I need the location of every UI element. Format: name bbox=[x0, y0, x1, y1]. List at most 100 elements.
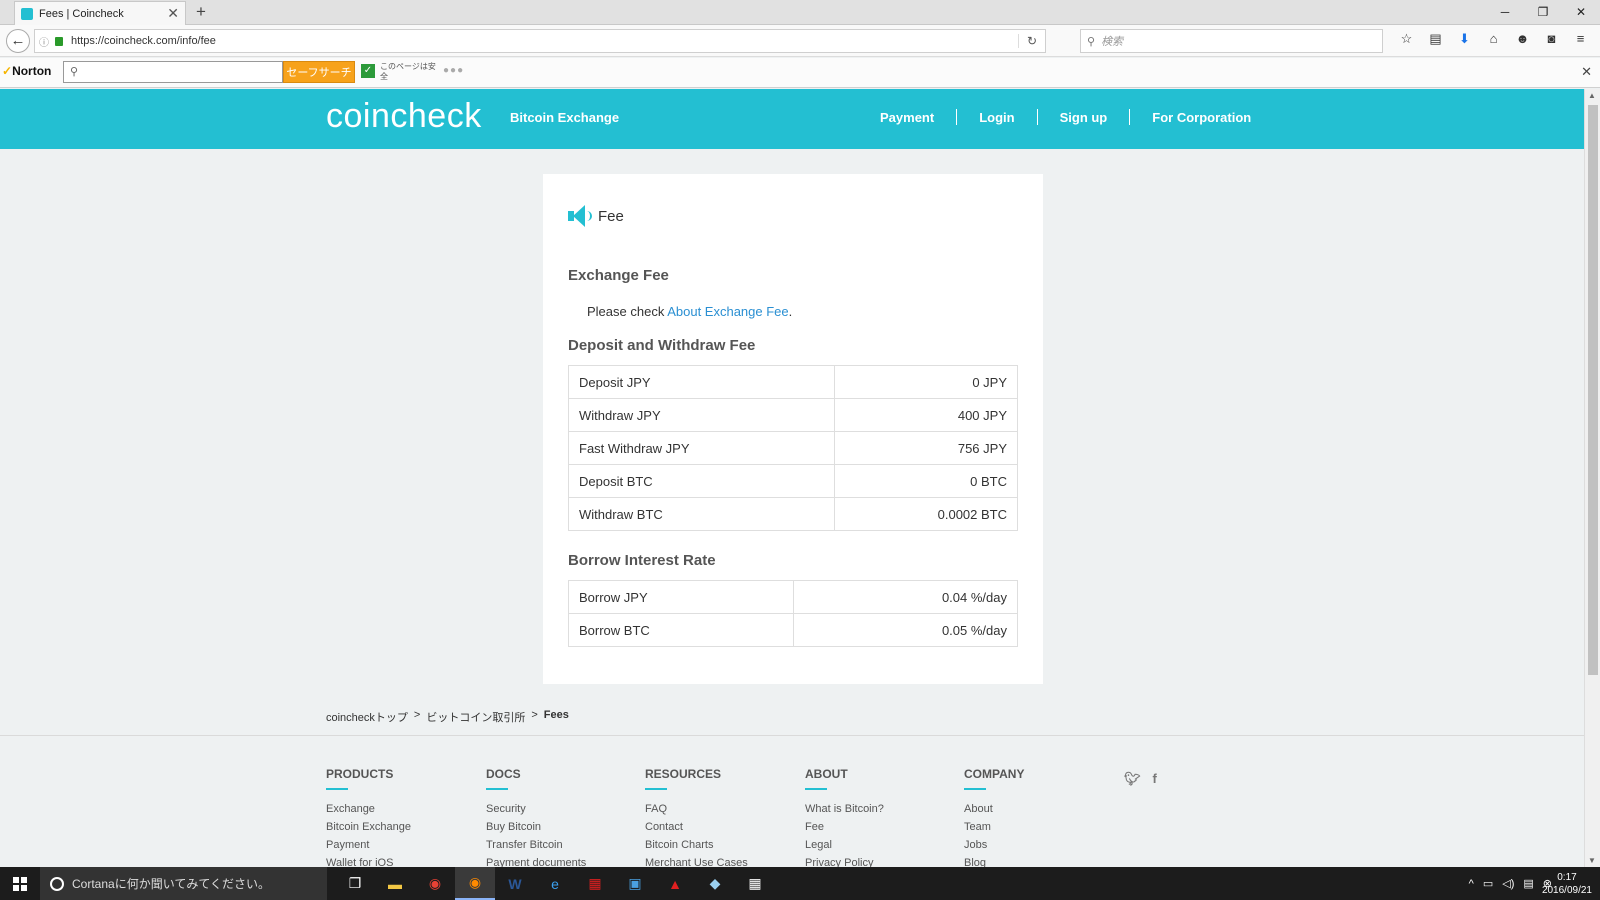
download-icon[interactable]: ⬇ bbox=[1450, 31, 1479, 47]
footer-heading: PRODUCTS bbox=[326, 767, 394, 781]
browser-search-input[interactable]: ⚲ 検索 bbox=[1080, 29, 1383, 53]
system-clock[interactable]: 0:17 2016/09/21 bbox=[1542, 871, 1592, 897]
start-button[interactable] bbox=[0, 867, 40, 900]
footer-link[interactable]: About bbox=[964, 800, 1114, 818]
bookmark-star-icon[interactable]: ☆ bbox=[1392, 31, 1421, 47]
footer-link[interactable]: Blog bbox=[964, 854, 1114, 867]
info-icon[interactable]: ⓘ bbox=[39, 34, 49, 49]
facebook-icon[interactable]: f bbox=[1153, 771, 1157, 787]
footer-underline bbox=[964, 788, 986, 790]
calculator-icon[interactable]: ▦ bbox=[735, 867, 775, 900]
edge-icon[interactable]: e bbox=[535, 867, 575, 900]
notes-icon[interactable]: ◆ bbox=[695, 867, 735, 900]
norton-search-input[interactable]: ⚲ bbox=[63, 61, 283, 83]
footer-link[interactable]: Team bbox=[964, 818, 1114, 836]
footer-link[interactable]: Exchange bbox=[326, 800, 476, 818]
safe-search-button[interactable]: セーフサーチ bbox=[283, 61, 355, 83]
word-icon[interactable]: W bbox=[495, 867, 535, 900]
outlook-icon[interactable]: ▣ bbox=[615, 867, 655, 900]
taskbar-apps: ❐ ▬ ◉ ◉ W e ▦ ▣ ▲ ◆ ▦ bbox=[335, 867, 775, 900]
footer-underline bbox=[805, 788, 827, 790]
coincheck-logo[interactable]: coincheck bbox=[326, 97, 482, 136]
breadcrumb-exchange[interactable]: ビットコイン取引所 bbox=[426, 709, 525, 725]
footer-heading: RESOURCES bbox=[645, 767, 722, 781]
footer-link[interactable]: Legal bbox=[805, 836, 955, 854]
reading-list-icon[interactable]: ▤ bbox=[1421, 31, 1450, 47]
new-tab-icon[interactable]: + bbox=[196, 2, 206, 22]
chat-icon[interactable]: ☻ bbox=[1508, 31, 1537, 47]
cortana-placeholder: Cortanaに何か聞いてみてください。 bbox=[72, 877, 270, 891]
chrome-icon[interactable]: ◉ bbox=[415, 867, 455, 900]
footer-link[interactable]: Merchant Use Cases bbox=[645, 854, 795, 867]
footer-link[interactable]: Bitcoin Exchange bbox=[326, 818, 476, 836]
file-explorer-icon[interactable]: ▬ bbox=[375, 867, 415, 900]
browser-tab[interactable]: Fees | Coincheck ✕ bbox=[14, 1, 186, 25]
task-view-icon[interactable]: ❐ bbox=[335, 867, 375, 900]
footer-link[interactable]: Jobs bbox=[964, 836, 1114, 854]
nav-for-corporation[interactable]: For Corporation bbox=[1130, 110, 1273, 125]
scroll-up-icon[interactable]: ▲ bbox=[1588, 91, 1596, 100]
scrollbar-thumb[interactable] bbox=[1588, 105, 1598, 675]
more-dots-icon[interactable]: ●●● bbox=[443, 65, 464, 76]
browser-nav-bar: ← ⓘ https://coincheck.com/info/fee ↻ ⚲ 検… bbox=[0, 25, 1600, 57]
header-tagline[interactable]: Bitcoin Exchange bbox=[510, 110, 619, 125]
close-toolbar-icon[interactable]: ✕ bbox=[1581, 64, 1592, 80]
nav-signup[interactable]: Sign up bbox=[1038, 110, 1130, 125]
norton-check-icon: ✓ bbox=[2, 64, 13, 78]
footer-link[interactable]: Transfer Bitcoin bbox=[486, 836, 636, 854]
footer-link[interactable]: Contact bbox=[645, 818, 795, 836]
top-nav: Payment Login Sign up For Corporation bbox=[858, 109, 1273, 125]
cortana-search[interactable]: Cortanaに何か聞いてみてください。 bbox=[40, 867, 327, 900]
about-exchange-fee-link[interactable]: About Exchange Fee bbox=[667, 304, 788, 319]
footer-link[interactable]: Bitcoin Charts bbox=[645, 836, 795, 854]
address-bar[interactable]: ⓘ https://coincheck.com/info/fee ↻ bbox=[34, 29, 1046, 53]
notification-icon[interactable]: ▤ bbox=[1523, 877, 1533, 890]
reload-icon[interactable]: ↻ bbox=[1017, 34, 1045, 48]
toolbar-icons: ☆ ▤ ⬇ ⌂ ☻ ◙ ≡ bbox=[1392, 31, 1595, 47]
table-row: Deposit BTC 0 BTC bbox=[568, 464, 1018, 498]
norton-logo: ✓Norton bbox=[2, 64, 52, 78]
footer-link[interactable]: FAQ bbox=[645, 800, 795, 818]
clock-date: 2016/09/21 bbox=[1541, 885, 1592, 896]
megaphone-icon bbox=[568, 205, 592, 227]
restore-icon[interactable]: ❐ bbox=[1524, 0, 1562, 25]
close-window-icon[interactable]: ✕ bbox=[1562, 0, 1600, 25]
browser-tab-bar: Fees | Coincheck ✕ + ─ ❐ ✕ bbox=[0, 0, 1600, 25]
pocket-icon[interactable]: ◙ bbox=[1537, 31, 1566, 47]
footer-link[interactable]: Wallet for iOS bbox=[326, 854, 476, 867]
close-tab-icon[interactable]: ✕ bbox=[167, 5, 179, 22]
acrobat-icon[interactable]: ▲ bbox=[655, 867, 695, 900]
footer-link[interactable]: Payment bbox=[326, 836, 476, 854]
url-text[interactable]: https://coincheck.com/info/fee bbox=[71, 35, 1018, 47]
footer-link[interactable]: Payment documents bbox=[486, 854, 636, 867]
twitter-icon[interactable]: 🐦︎ bbox=[1124, 771, 1141, 787]
footer-link[interactable]: Fee bbox=[805, 818, 955, 836]
nav-login[interactable]: Login bbox=[957, 110, 1036, 125]
minimize-icon[interactable]: ─ bbox=[1486, 0, 1524, 25]
deposit-withdraw-table: Deposit JPY 0 JPY Withdraw JPY 400 JPY Fas… bbox=[568, 365, 1018, 531]
clock-time: 0:17 bbox=[1557, 872, 1577, 883]
scroll-down-icon[interactable]: ▼ bbox=[1588, 856, 1596, 865]
footer-link[interactable]: Security bbox=[486, 800, 636, 818]
footer-link[interactable]: Privacy Policy bbox=[805, 854, 955, 867]
fee-label: Withdraw JPY bbox=[568, 398, 835, 432]
page-scrollbar[interactable]: ▲ ▼ bbox=[1584, 89, 1600, 867]
window-controls: ─ ❐ ✕ bbox=[1486, 0, 1600, 25]
fee-card: Fee Exchange Fee Please check About Exch… bbox=[543, 174, 1043, 684]
network-icon[interactable]: ▭ bbox=[1483, 877, 1493, 890]
footer-link[interactable]: Buy Bitcoin bbox=[486, 818, 636, 836]
show-hidden-icon[interactable]: ^ bbox=[1469, 878, 1474, 890]
breadcrumb-home[interactable]: coincheckトップ bbox=[326, 709, 408, 725]
nav-payment[interactable]: Payment bbox=[858, 110, 956, 125]
back-arrow-icon[interactable]: ← bbox=[6, 29, 30, 53]
footer-link[interactable]: What is Bitcoin? bbox=[805, 800, 955, 818]
pdf-icon[interactable]: ▦ bbox=[575, 867, 615, 900]
volume-icon[interactable]: ◁) bbox=[1502, 877, 1514, 890]
footer-col-resources: RESOURCES FAQ Contact Bitcoin Charts Mer… bbox=[645, 767, 795, 867]
site-header: coincheck Bitcoin Exchange Payment Login… bbox=[0, 89, 1584, 149]
home-icon[interactable]: ⌂ bbox=[1479, 31, 1508, 47]
firefox-icon[interactable]: ◉ bbox=[455, 867, 495, 900]
safe-check-icon: ✓ bbox=[361, 64, 375, 78]
footer-col-about: ABOUT What is Bitcoin? Fee Legal Privacy… bbox=[805, 767, 955, 867]
menu-icon[interactable]: ≡ bbox=[1566, 31, 1595, 47]
